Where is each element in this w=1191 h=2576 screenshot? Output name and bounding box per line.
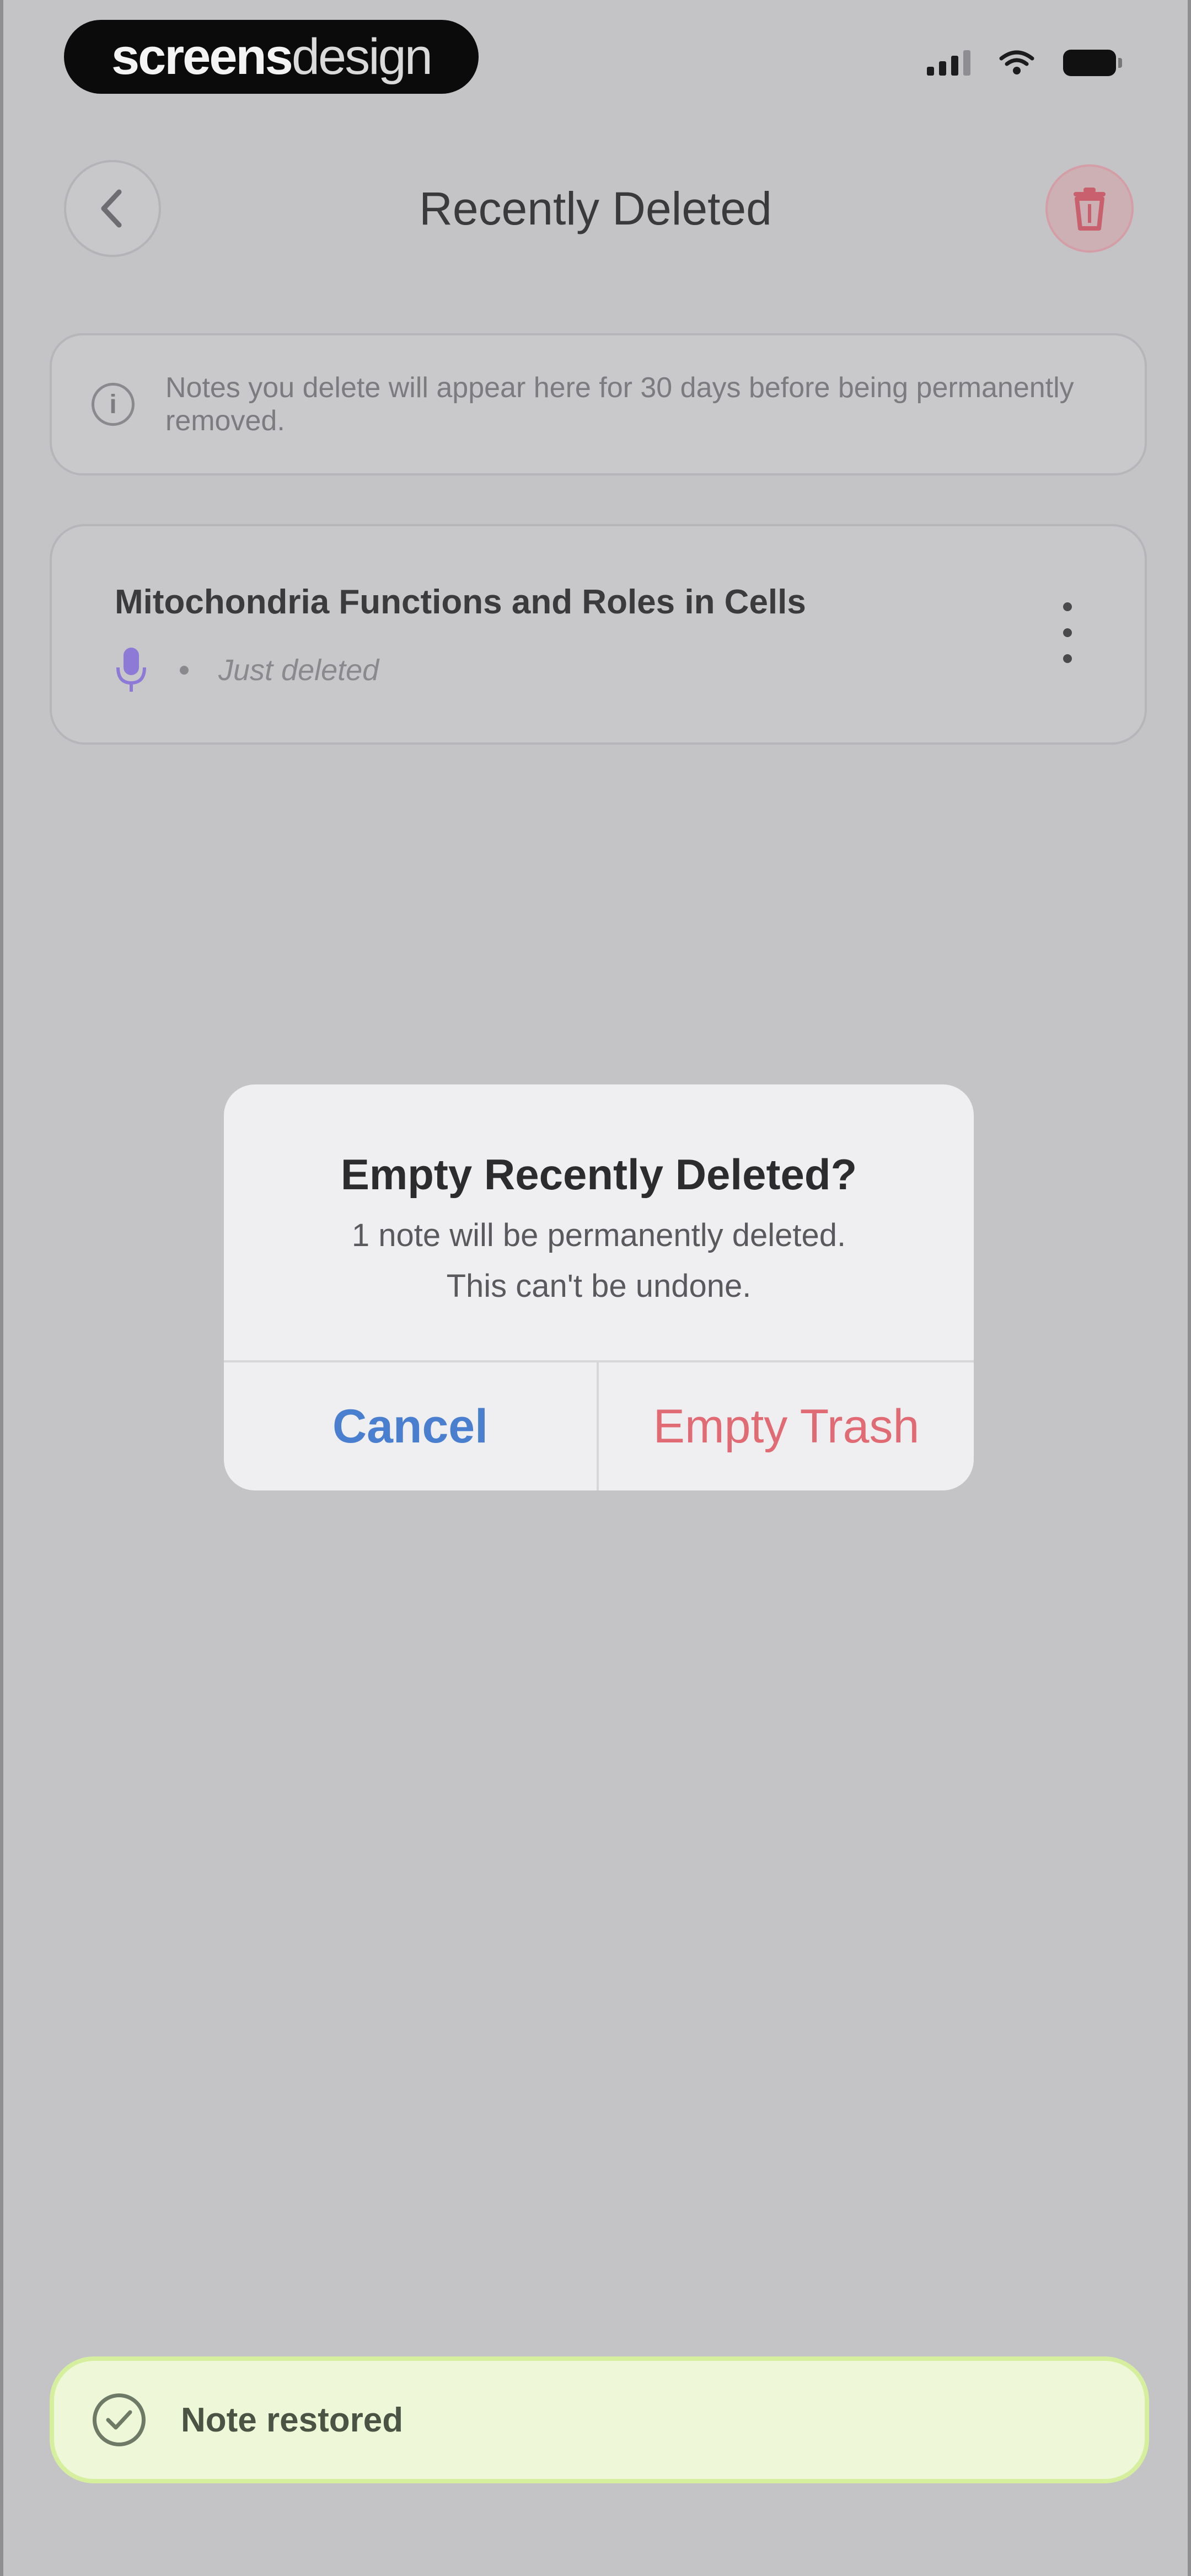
microphone-icon — [116, 648, 146, 692]
alert-title: Empty Recently Deleted? — [340, 1150, 857, 1199]
note-meta: Just deleted — [115, 645, 379, 695]
meta-separator-dot — [180, 666, 189, 675]
info-banner: i Notes you delete will appear here for … — [50, 333, 1147, 475]
toast-text: Note restored — [181, 2401, 404, 2439]
screensdesign-logo: screens design — [64, 20, 479, 94]
note-deleted-time: Just deleted — [218, 654, 379, 687]
screen-frame: screens design Recently Deleted i Notes y… — [0, 0, 1191, 2576]
trash-icon — [1074, 188, 1106, 231]
info-icon: i — [92, 383, 135, 426]
empty-trash-button[interactable] — [1045, 164, 1134, 253]
page-title: Recently Deleted — [419, 183, 772, 234]
battery-icon — [1063, 50, 1122, 76]
note-restored-toast: Note restored — [50, 2356, 1149, 2483]
alert-message-line-2: This can't be undone. — [446, 1268, 752, 1304]
confirm-empty-trash-button[interactable]: Empty Trash — [599, 1362, 974, 1490]
empty-trash-alert: Empty Recently Deleted? 1 note will be p… — [224, 1084, 974, 1490]
brand-light-text: design — [291, 28, 433, 85]
wifi-icon — [999, 50, 1034, 74]
info-banner-text: Notes you delete will appear here for 30… — [165, 372, 1074, 437]
cellular-signal-icon — [927, 50, 970, 76]
deleted-note-card[interactable]: Mitochondria Functions and Roles in Cell… — [50, 524, 1147, 745]
check-circle-icon — [93, 2393, 146, 2446]
note-title: Mitochondria Functions and Roles in Cell… — [115, 583, 806, 621]
cancel-button[interactable]: Cancel — [224, 1362, 597, 1490]
alert-message-line-1: 1 note will be permanently deleted. — [351, 1217, 846, 1253]
brand-bold-text: screens — [111, 28, 293, 85]
more-options-icon[interactable] — [1056, 602, 1079, 663]
alert-message: 1 note will be permanently deleted. This… — [224, 1210, 974, 1312]
status-icons — [927, 50, 1122, 76]
